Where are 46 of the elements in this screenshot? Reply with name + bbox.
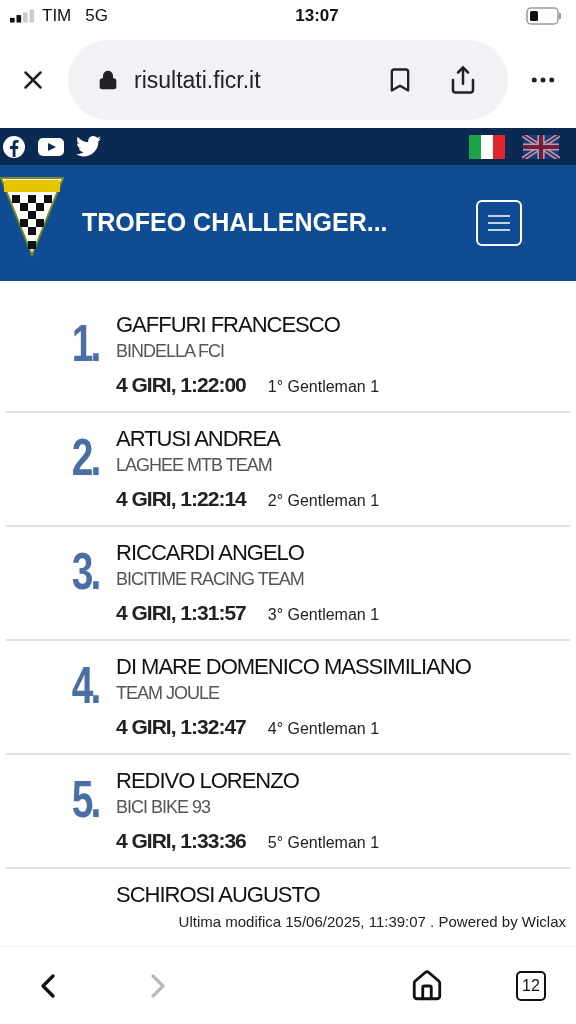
uk-flag-icon[interactable] [522,134,560,159]
race-time: 4 GIRI, 1:22:14 [116,486,246,512]
race-time: 4 GIRI, 1:31:57 [116,600,246,626]
clock-time: 13:07 [295,5,339,28]
team-name: BINDELLA FCI [116,340,226,363]
category-position: 2° Gentleman 1 [267,490,380,511]
rider-name: ARTUSI ANDREA [116,425,282,453]
category-position: 5° Gentleman 1 [267,832,380,853]
network-type: 5G [85,5,108,28]
battery-icon [526,7,562,25]
rider-name: SCHIROSI AUGUSTO [116,881,320,909]
lock-icon [98,70,118,90]
menu-button[interactable] [476,200,522,246]
youtube-icon[interactable] [38,137,64,156]
url-text: risultati.ficr.it [134,65,262,95]
category-position: 3° Gentleman 1 [267,604,380,625]
team-name: TEAM JOULE [116,682,221,705]
category-position: 4° Gentleman 1 [267,718,380,739]
facebook-icon[interactable] [2,134,26,159]
home-icon [410,968,444,1003]
italian-flag-icon[interactable] [468,134,506,159]
address-bar[interactable]: risultati.ficr.it [68,40,508,120]
rank-number: 1. [71,317,98,374]
rank-number: 4. [71,659,98,716]
team-name: BICI BIKE 93 [116,796,212,819]
carrier-name: TIM [42,5,72,28]
race-time: 4 GIRI, 1:33:36 [116,828,246,854]
tabs-button[interactable]: 12 [516,970,546,1001]
signal-icon [10,9,36,23]
rank-number: 3. [71,545,98,602]
category-position: 1° Gentleman 1 [267,376,380,397]
rider-name: RICCARDI ANGELO [116,539,305,567]
rider-name: DI MARE DOMENICO MASSIMILIANO [116,653,471,681]
twitter-icon[interactable] [76,136,101,157]
last-update-text: Ultima modifica 15/06/2025, 11:39:07 . Powered by Wiclax [178,912,566,932]
rank-number: 5. [71,773,98,830]
rider-name: REDIVO LORENZO [116,767,300,795]
rider-name: GAFFURI FRANCESCO [116,311,341,339]
team-name: BICITIME RACING TEAM [116,568,305,591]
race-time: 4 GIRI, 1:32:47 [116,714,246,740]
rank-number: 2. [71,431,98,488]
team-name: LAGHEE MTB TEAM [116,454,273,477]
race-time: 4 GIRI, 1:22:00 [116,372,246,398]
home-button[interactable] [410,968,444,1003]
site-title: TROFEO CHALLENGER... [82,207,389,239]
menu-icon [488,215,510,231]
